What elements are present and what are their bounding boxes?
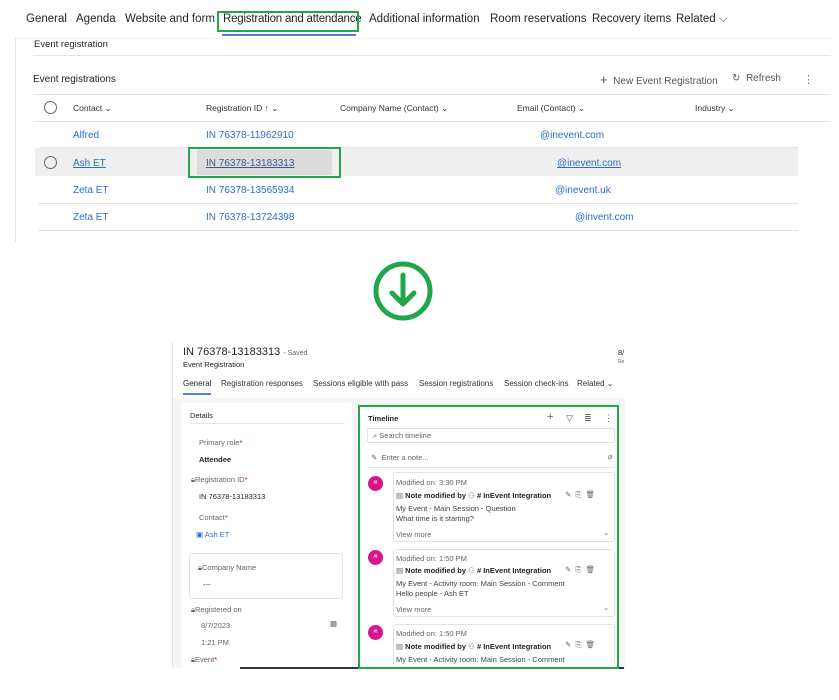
row-contact[interactable]: Alfred — [73, 130, 99, 141]
entry-heading: ▤ Note modified by ⚇ # InEvent Integrati… — [396, 642, 552, 651]
tab-additional[interactable]: Additional information — [369, 13, 480, 25]
registration-id-value: IN 76378-13183313 — [199, 492, 266, 501]
active-tab-underline — [222, 34, 356, 36]
entry-modified: Modified on: 3:30 PM — [396, 478, 467, 487]
entry-heading: ▤ Note modified by ⚇ # InEvent Integrati… — [396, 491, 552, 500]
view-more-link[interactable]: View more — [396, 605, 431, 614]
rtab-sessions-eligible[interactable]: Sessions eligible with pass — [313, 379, 408, 388]
tab-rooms[interactable]: Room reservations — [490, 13, 587, 25]
attach-icon[interactable]: ⌀ — [608, 452, 613, 461]
filter-icon[interactable]: ▽ — [566, 413, 573, 424]
chevron-down-icon[interactable]: ⌄ — [603, 528, 609, 537]
row-contact[interactable]: Zeta ET — [73, 212, 109, 223]
col-email[interactable]: Email (Contact) ⌄ — [517, 103, 585, 114]
refresh-button[interactable]: ↻ Refresh — [732, 73, 781, 84]
registered-time: 1:21 PM — [201, 638, 229, 647]
record-title: IN 76378-13183313 - Saved — [183, 346, 308, 358]
entry-line: My Event - Activity room: Main Session -… — [396, 579, 565, 588]
entry-actions[interactable]: ✎ ⎘ 🗑︎ — [565, 640, 595, 650]
entry-actions[interactable]: ✎ ⎘ 🗑︎ — [565, 565, 595, 575]
more-icon[interactable]: ⋮ — [803, 73, 814, 86]
grid-panel — [15, 38, 833, 242]
registration-id-label: 🔒︎Registration ID* — [191, 475, 248, 484]
entry-modified: Modified on: 1:50 PM — [396, 554, 467, 563]
record-subtitle: Event Registration — [183, 360, 245, 369]
more-icon[interactable]: ⋮ — [604, 413, 613, 424]
grid-title: Event registrations — [33, 74, 116, 85]
selected-row[interactable] — [35, 148, 798, 176]
avatar: #I — [368, 476, 383, 491]
new-registration-button[interactable]: + New Event Registration — [600, 72, 718, 87]
col-contact[interactable]: Contact ⌄ — [73, 103, 112, 114]
arrow-down-icon — [373, 261, 433, 321]
entry-actions[interactable]: ✎ ⎘ 🗑︎ — [565, 490, 595, 500]
rtab-general[interactable]: General — [183, 379, 211, 388]
highlight-box — [217, 11, 359, 32]
plus-icon: + — [600, 72, 608, 87]
row-email[interactable]: @inevent.com — [557, 158, 621, 169]
entry-line: My Event - Activity room: Main Session -… — [396, 655, 565, 664]
rtab-checkins[interactable]: Session check-ins — [504, 379, 568, 388]
row-email[interactable]: @invent.com — [575, 212, 634, 223]
primary-role-value[interactable]: Attendee — [199, 455, 231, 464]
entry-line: Hello people - Ash ET — [396, 589, 469, 598]
new-label: New Event Registration — [613, 76, 718, 87]
refresh-icon: ↻ — [732, 73, 741, 84]
chevron-down-icon: ⌵ — [718, 13, 728, 25]
col-registration-id[interactable]: Registration ID ↑ ⌄ — [206, 103, 278, 114]
entry-line: What time is it starting? — [396, 514, 474, 523]
rtab-related[interactable]: Related ⌄ — [577, 379, 614, 388]
tab-related-label: Related — [676, 13, 716, 25]
contact-icon: ▣ — [196, 530, 204, 539]
row-id[interactable]: IN 76378-13565934 — [206, 185, 294, 196]
entry-heading: ▤ Note modified by ⚇ # InEvent Integrati… — [396, 566, 552, 575]
primary-role-label: Primary role* — [199, 438, 243, 447]
row-id[interactable]: IN 76378-11962910 — [206, 130, 294, 141]
registered-date: 8/7/2023 — [201, 621, 231, 630]
company-field — [189, 553, 343, 599]
refresh-label: Refresh — [745, 73, 781, 84]
highlight-box — [188, 147, 341, 178]
row-contact[interactable]: Zeta ET — [73, 185, 109, 196]
view-more-link[interactable]: View more — [396, 530, 431, 539]
registered-label: 🔒︎Registered on — [191, 605, 242, 614]
row-email[interactable]: @inevent.com — [540, 130, 604, 141]
tab-related[interactable]: Related ⌵ — [676, 13, 728, 26]
event-label: 🔒︎Event* — [191, 655, 218, 664]
col-company[interactable]: Company Name (Contact) ⌄ — [340, 103, 448, 114]
entry-modified: Modified on: 1:50 PM — [396, 629, 467, 638]
select-all-radio[interactable] — [44, 101, 57, 114]
note-input[interactable]: ✎ Enter a note... — [371, 453, 429, 462]
search-icon: ⌕ Search timeline — [373, 431, 431, 440]
contact-value[interactable]: ▣ Ash ET — [196, 530, 229, 539]
avatar: #I — [368, 625, 383, 640]
sort-icon[interactable]: ≣ — [584, 413, 592, 424]
company-value: --- — [203, 580, 211, 589]
chevron-down-icon[interactable]: ⌄ — [603, 603, 609, 612]
row-id[interactable]: IN 76378-13724398 — [206, 212, 294, 223]
active-tab-underline — [183, 393, 211, 395]
calendar-icon[interactable]: ▦ — [330, 619, 337, 628]
row-radio[interactable] — [44, 156, 57, 169]
row-email[interactable]: @inevent.uk — [555, 185, 611, 196]
tab-general[interactable]: General — [26, 13, 67, 25]
company-label: 🔒︎Company Name — [198, 563, 257, 572]
avatar: #I — [368, 550, 383, 565]
tab-agenda[interactable]: Agenda — [76, 13, 116, 25]
details-title: Details — [190, 411, 213, 420]
row-contact[interactable]: Ash ET — [73, 158, 106, 169]
add-icon[interactable]: + — [547, 411, 553, 423]
timeline-title: Timeline — [368, 414, 399, 423]
rtab-session-registrations[interactable]: Session registrations — [419, 379, 493, 388]
contact-label: Contact* — [199, 513, 228, 522]
tab-website[interactable]: Website and form — [125, 13, 215, 25]
tab-recovery[interactable]: Recovery items — [592, 13, 671, 25]
entry-line: My Event - Main Session - Question — [396, 504, 516, 513]
rtab-responses[interactable]: Registration responses — [221, 379, 303, 388]
section-title: Event registration — [34, 39, 108, 50]
col-industry[interactable]: Industry ⌄ — [695, 103, 735, 114]
header-field: 8/ — [618, 348, 625, 357]
header-field-label: Re — [618, 359, 625, 365]
